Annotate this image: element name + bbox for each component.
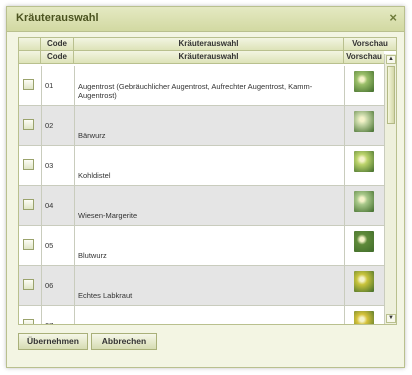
row-name: Kohldistel	[78, 171, 111, 180]
header-name[interactable]: Kräuterauswahl	[74, 38, 344, 50]
row-name: Echtes Labkraut	[78, 291, 133, 300]
header-preview[interactable]: Vorschau	[344, 38, 396, 50]
dialog-titlebar[interactable]: Kräuterauswahl ×	[7, 7, 404, 32]
row-code: 05	[41, 226, 74, 266]
herb-thumbnail[interactable]	[354, 191, 374, 212]
row-name-cell: Flügelginster	[74, 306, 344, 324]
apply-button[interactable]: Übernehmen	[18, 333, 88, 350]
row-code: 03	[41, 146, 74, 186]
close-icon[interactable]: ×	[389, 10, 397, 25]
herb-thumbnail[interactable]	[354, 151, 374, 172]
column-code[interactable]: Code	[41, 51, 74, 63]
row-preview-cell	[344, 226, 384, 266]
row-preview-cell	[344, 186, 384, 226]
column-select	[19, 51, 41, 63]
table-row[interactable]: 01 Augentrost (Gebräuchlicher Augentrost,…	[19, 66, 384, 106]
row-checkbox[interactable]	[23, 319, 34, 324]
row-code: 06	[41, 266, 74, 306]
row-checkbox[interactable]	[23, 239, 34, 250]
vertical-scrollbar[interactable]: ▲ ▼	[384, 54, 396, 324]
row-name: Augentrost (Gebräuchlicher Augentrost, A…	[78, 82, 313, 100]
herb-thumbnail[interactable]	[354, 71, 374, 92]
row-code: 02	[41, 106, 74, 146]
row-code: 07	[41, 306, 74, 324]
row-preview-cell	[344, 146, 384, 186]
table-row[interactable]: 06 Echtes Labkraut	[19, 266, 384, 306]
row-name-cell: Blutwurz	[74, 226, 344, 266]
row-name-cell: Kohldistel	[74, 146, 344, 186]
row-name: Wiesen-Margerite	[78, 211, 138, 220]
cancel-button[interactable]: Abbrechen	[91, 333, 157, 350]
herb-thumbnail[interactable]	[354, 111, 374, 132]
row-name-cell: Wiesen-Margerite	[74, 186, 344, 226]
row-preview-cell	[344, 106, 384, 146]
header-code[interactable]: Code	[41, 38, 74, 50]
herb-selection-dialog: Kräuterauswahl × Code Kräuterauswahl Vor…	[6, 6, 405, 368]
row-checkbox[interactable]	[23, 119, 34, 130]
column-preview[interactable]: Vorschau	[344, 51, 384, 63]
header-select-column	[19, 38, 41, 50]
scroll-down-icon[interactable]: ▼	[386, 314, 396, 323]
table-row[interactable]: 03 Kohldistel	[19, 146, 384, 186]
herb-thumbnail[interactable]	[354, 311, 374, 324]
grid-body: 01 Augentrost (Gebräuchlicher Augentrost,…	[19, 66, 384, 324]
grid-header-top: Code Kräuterauswahl Vorschau	[19, 38, 396, 51]
row-preview-cell	[344, 306, 384, 324]
row-checkbox[interactable]	[23, 199, 34, 210]
row-checkbox[interactable]	[23, 279, 34, 290]
row-preview-cell	[344, 66, 384, 106]
herb-thumbnail[interactable]	[354, 231, 374, 252]
column-name[interactable]: Kräuterauswahl	[74, 51, 344, 63]
scrollbar-thumb[interactable]	[387, 66, 395, 124]
row-name: Bärwurz	[78, 131, 106, 140]
grid-header-columns: Code Kräuterauswahl Vorschau	[19, 51, 384, 64]
table-row[interactable]: 07Flügelginster	[19, 306, 384, 324]
row-name: Blutwurz	[78, 251, 107, 260]
row-code: 01	[41, 66, 74, 106]
row-name-cell: Bärwurz	[74, 106, 344, 146]
table-row[interactable]: 02 Bärwurz	[19, 106, 384, 146]
herb-thumbnail[interactable]	[354, 271, 374, 292]
row-preview-cell	[344, 266, 384, 306]
row-checkbox[interactable]	[23, 79, 34, 90]
row-name-cell: Augentrost (Gebräuchlicher Augentrost, A…	[74, 66, 344, 106]
row-checkbox[interactable]	[23, 159, 34, 170]
row-code: 04	[41, 186, 74, 226]
dialog-title: Kräuterauswahl	[16, 12, 99, 24]
table-row[interactable]: 04 Wiesen-Margerite	[19, 186, 384, 226]
herb-grid: Code Kräuterauswahl Vorschau Code Kräute…	[18, 37, 397, 325]
table-row[interactable]: 05 Blutwurz	[19, 226, 384, 266]
scroll-up-icon[interactable]: ▲	[386, 55, 396, 64]
row-name-cell: Echtes Labkraut	[74, 266, 344, 306]
